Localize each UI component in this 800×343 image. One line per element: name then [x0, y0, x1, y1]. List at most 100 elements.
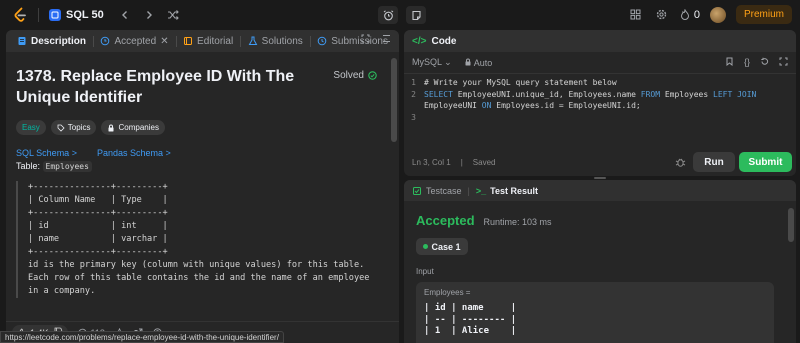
table-label: Table:: [16, 161, 41, 171]
tag-icon: [57, 124, 65, 132]
checkbox-icon: [413, 186, 421, 195]
tab-description[interactable]: Description: [12, 30, 91, 52]
fullscreen-icon[interactable]: [779, 57, 788, 66]
chevron-left-icon: [121, 11, 127, 19]
pandas-schema-label: Pandas Schema: [96, 148, 164, 158]
problem-title: 1378. Replace Employee ID With The Uniqu…: [16, 68, 295, 106]
cursor-position: Ln 3, Col 1: [412, 157, 451, 167]
editor-toolbar: MySQL ⌄ Auto {}: [404, 52, 796, 74]
scrollbar[interactable]: [391, 58, 397, 142]
reset-icon[interactable]: [760, 57, 769, 66]
status-bar-url: https://leetcode.com/problems/replace-em…: [0, 331, 284, 343]
language-select[interactable]: MySQL ⌄: [412, 57, 452, 68]
code-editor[interactable]: 1 # Write your MySQL query statement belo…: [404, 74, 796, 123]
tab-accepted-label: Accepted: [114, 35, 157, 47]
case-1-tab[interactable]: Case 1: [416, 238, 468, 255]
problem-description: 1378. Replace Employee ID With The Uniqu…: [6, 52, 399, 322]
settings-button[interactable]: [654, 7, 670, 23]
code-header: </> Code: [404, 30, 796, 52]
sql-schema-link[interactable]: SQL Schema >: [16, 148, 77, 158]
schema-links: SQL Schema > Pandas Schema >: [16, 148, 389, 158]
schema-block: +---------------+---------+ | Column Nam…: [16, 181, 389, 298]
case-label: Case 1: [431, 241, 461, 252]
bookmark-icon[interactable]: [725, 57, 734, 66]
runtime: Runtime: 103 ms: [483, 217, 552, 227]
history-icon: [317, 36, 327, 46]
streak-counter[interactable]: 0: [680, 9, 700, 21]
line-number: 3: [411, 112, 416, 122]
problem-list-label: SQL 50: [66, 9, 104, 21]
description-panel: Description Accepted ✕ Editorial Solutio…: [6, 30, 399, 343]
next-problem-button[interactable]: [140, 6, 158, 24]
language-label: MySQL: [412, 57, 442, 67]
result-status: Accepted: [416, 213, 475, 228]
avatar[interactable]: [709, 6, 726, 23]
test-result-label: Test Result: [490, 185, 538, 196]
input-label: Input: [416, 267, 434, 276]
alarm-clock-icon: [383, 9, 393, 20]
premium-button[interactable]: Premium: [735, 5, 792, 24]
random-problem-button[interactable]: [164, 6, 182, 24]
leetcode-logo-icon[interactable]: [12, 7, 28, 23]
streak-count: 0: [693, 8, 700, 21]
lock-icon: [108, 124, 114, 131]
divider: |: [467, 185, 470, 196]
expand-icon[interactable]: [361, 34, 370, 43]
tab-testcase[interactable]: Testcase: [412, 186, 462, 196]
line-number: [404, 100, 424, 112]
center-tools: [378, 6, 426, 24]
book-icon: [184, 37, 193, 45]
code-line-text: EmployeeUNI ON Employees.id = EmployeeUN…: [424, 101, 641, 110]
prev-problem-button[interactable]: [116, 6, 134, 24]
timer-button[interactable]: [378, 6, 398, 24]
table-heading: Table: Employees: [16, 161, 389, 172]
flame-icon: [680, 9, 689, 20]
tab-accepted[interactable]: Accepted ✕: [95, 30, 173, 52]
scrollbar[interactable]: [788, 208, 794, 242]
code-panel: </> Code MySQL ⌄ Auto {} 1 # Write your M…: [404, 30, 796, 176]
chevron-right-icon: [146, 11, 152, 19]
panel-controls: [361, 34, 391, 43]
notes-button[interactable]: [406, 6, 426, 24]
tab-editorial-label: Editorial: [197, 35, 234, 47]
pandas-schema-link[interactable]: Pandas Schema >: [97, 148, 171, 158]
mode-label: Auto: [473, 57, 493, 68]
debug-icon[interactable]: [675, 157, 686, 168]
code-line-text: SELECT EmployeeUNI.unique_id, Employees.…: [424, 89, 757, 99]
companies-button[interactable]: Companies: [101, 120, 165, 135]
editor-actions: {}: [725, 57, 788, 67]
problem-list-button[interactable]: SQL 50: [49, 9, 104, 21]
code-line: EmployeeUNI ON Employees.id = EmployeeUN…: [404, 100, 796, 112]
line-number: 2: [411, 89, 416, 99]
list-icon: [49, 9, 61, 21]
tab-solutions[interactable]: Solutions: [243, 30, 308, 52]
top-navbar: SQL 50 0 Premium: [0, 0, 800, 30]
lock-icon: [465, 58, 471, 65]
layout-button[interactable]: [628, 7, 644, 23]
topics-label: Topics: [67, 123, 91, 132]
result-tabs: Testcase | >_ Test Result: [404, 180, 796, 201]
editor-status: Ln 3, Col 1 | Saved: [404, 148, 796, 176]
code-line: 2 SELECT EmployeeUNI.unique_id, Employees…: [404, 89, 796, 101]
run-button[interactable]: Run: [693, 152, 735, 172]
solved-label: Solved: [333, 70, 364, 81]
save-status: Saved: [472, 157, 496, 167]
note-icon: [411, 10, 421, 20]
collapse-icon[interactable]: [382, 34, 391, 43]
close-icon[interactable]: ✕: [160, 36, 168, 47]
check-circle-icon: [368, 71, 377, 80]
schema-table: +---------------+---------+ | Column Nam…: [28, 182, 168, 257]
solved-badge: Solved: [333, 70, 377, 81]
auto-mode-toggle[interactable]: Auto: [464, 57, 493, 68]
shuffle-icon: [167, 10, 179, 20]
tab-description-label: Description: [31, 35, 87, 47]
format-code-icon[interactable]: {}: [744, 57, 750, 67]
terminal-icon: >_: [475, 185, 487, 196]
topics-button[interactable]: Topics: [50, 120, 97, 135]
code-line-text: # Write your MySQL query statement below: [424, 78, 617, 87]
sql-schema-label: SQL Schema: [16, 148, 70, 158]
submit-button[interactable]: Submit: [739, 152, 792, 172]
problem-tabs: Description Accepted ✕ Editorial Solutio…: [6, 30, 399, 52]
tab-test-result[interactable]: >_ Test Result: [476, 186, 538, 196]
tab-editorial[interactable]: Editorial: [178, 30, 238, 52]
